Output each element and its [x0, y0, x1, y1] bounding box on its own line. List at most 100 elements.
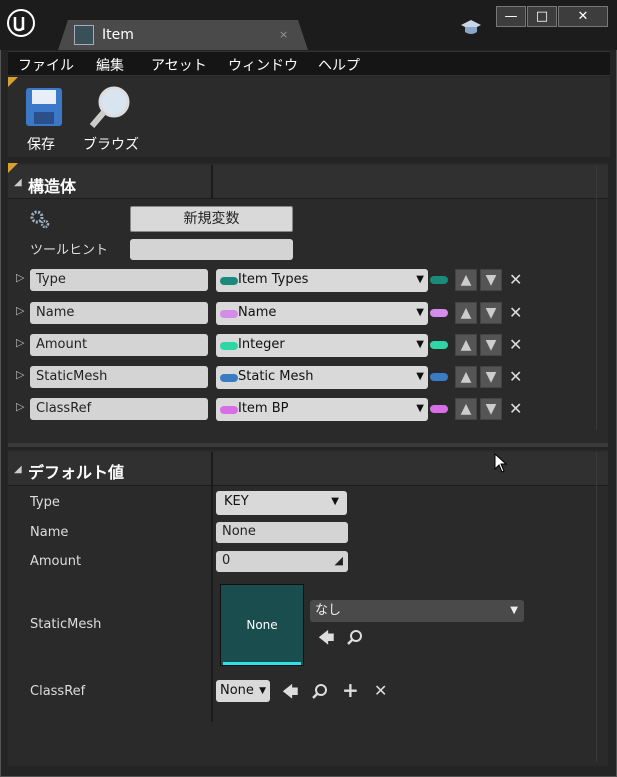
- move-down-button[interactable]: ▼: [480, 302, 502, 324]
- expand-arrow-icon[interactable]: ▷: [16, 368, 24, 381]
- corner-marker: [8, 77, 18, 87]
- document-tab[interactable]: [58, 20, 308, 50]
- use-selected-arrow-icon[interactable]: 🡄: [282, 681, 299, 708]
- member-type-value: Static Mesh: [238, 369, 314, 384]
- default-type-value: KEY: [224, 494, 249, 509]
- move-down-button[interactable]: ▼: [480, 366, 502, 388]
- move-up-button[interactable]: ▲: [455, 302, 477, 324]
- default-name-label: Name: [30, 525, 69, 540]
- menu-help[interactable]: ヘルプ: [318, 55, 360, 75]
- member-type-dropdown[interactable]: Item Types ▼: [216, 269, 428, 292]
- member-name-input[interactable]: ClassRef: [30, 398, 208, 420]
- member-name-input[interactable]: Name: [30, 302, 208, 324]
- staticmesh-asset-value: なし: [315, 603, 342, 618]
- staticmesh-asset-dropdown[interactable]: なし ▼: [310, 600, 524, 622]
- minimize-button[interactable]: —: [496, 6, 526, 27]
- member-type-dropdown[interactable]: Name ▼: [216, 302, 428, 325]
- maximize-button[interactable]: □: [527, 6, 557, 27]
- container-type-icon[interactable]: [430, 276, 448, 284]
- collapse-arrow-icon[interactable]: ◢: [14, 177, 22, 188]
- move-up-button[interactable]: ▲: [455, 366, 477, 388]
- mouse-cursor-icon: [494, 453, 508, 473]
- staticmesh-thumbnail[interactable]: None: [220, 584, 304, 666]
- type-pin-icon: [220, 406, 238, 414]
- save-button-label[interactable]: 保存: [27, 134, 55, 154]
- browse-class-icon[interactable]: [312, 683, 328, 699]
- member-type-value: Item Types: [238, 272, 309, 287]
- member-name-input[interactable]: Type: [30, 269, 208, 291]
- remove-member-icon[interactable]: ✕: [509, 399, 522, 418]
- type-pin-icon: [220, 277, 238, 285]
- default-name-input[interactable]: None: [216, 522, 348, 543]
- default-amount-label: Amount: [30, 554, 82, 569]
- chevron-down-icon: ▼: [416, 274, 424, 285]
- spin-drag-icon[interactable]: ◢: [335, 551, 343, 571]
- move-down-button[interactable]: ▼: [480, 334, 502, 356]
- expand-arrow-icon[interactable]: ▷: [16, 271, 24, 284]
- tutorial-icon[interactable]: [460, 18, 482, 38]
- expand-arrow-icon[interactable]: ▷: [16, 304, 24, 317]
- move-down-button[interactable]: ▼: [480, 398, 502, 420]
- tooltip-input[interactable]: [130, 239, 293, 260]
- type-pin-icon: [220, 374, 238, 382]
- browse-asset-icon[interactable]: [347, 629, 363, 645]
- add-variable-gears-icon: [30, 210, 50, 229]
- use-selected-arrow-icon[interactable]: 🡄: [318, 627, 335, 654]
- structure-header: [8, 165, 608, 199]
- menu-asset[interactable]: アセット: [151, 55, 207, 75]
- expand-arrow-icon[interactable]: ▷: [16, 336, 24, 349]
- remove-member-icon[interactable]: ✕: [509, 367, 522, 386]
- member-type-dropdown[interactable]: Static Mesh ▼: [216, 366, 428, 389]
- remove-member-icon[interactable]: ✕: [509, 303, 522, 322]
- default-type-label: Type: [30, 495, 60, 510]
- member-type-value: Item BP: [238, 401, 289, 416]
- expand-arrow-icon[interactable]: ▷: [16, 400, 24, 413]
- move-up-button[interactable]: ▲: [455, 398, 477, 420]
- member-name-input[interactable]: StaticMesh: [30, 366, 208, 388]
- classref-value: None: [220, 683, 254, 698]
- type-pin-icon: [220, 342, 238, 350]
- collapse-arrow-icon[interactable]: ◢: [14, 464, 22, 475]
- chevron-down-icon: ▼: [416, 307, 424, 318]
- new-variable-button[interactable]: 新規変数: [130, 206, 293, 232]
- tab-title: Item: [102, 27, 134, 43]
- menu-window[interactable]: ウィンドウ: [228, 55, 298, 75]
- classref-dropdown[interactable]: None ▼: [216, 680, 270, 702]
- browse-icon[interactable]: [88, 84, 134, 130]
- container-type-icon[interactable]: [430, 405, 448, 413]
- container-type-icon[interactable]: [430, 309, 448, 317]
- header-divider: [211, 165, 213, 199]
- move-up-button[interactable]: ▲: [455, 269, 477, 291]
- clear-class-icon[interactable]: ✕: [374, 681, 387, 700]
- remove-member-icon[interactable]: ✕: [509, 335, 522, 354]
- default-type-dropdown[interactable]: KEY ▼: [216, 491, 347, 515]
- member-name-input[interactable]: Amount: [30, 334, 208, 356]
- menu-file[interactable]: ファイル: [18, 55, 74, 75]
- save-icon[interactable]: [24, 86, 64, 128]
- container-type-icon[interactable]: [430, 373, 448, 381]
- scroll-edge: [596, 165, 597, 430]
- corner-marker: [8, 163, 18, 173]
- member-type-dropdown[interactable]: Item BP ▼: [216, 398, 428, 421]
- type-pin-icon: [220, 310, 238, 318]
- column-divider: [211, 452, 213, 722]
- close-button[interactable]: ✕: [558, 6, 608, 27]
- default-staticmesh-label: StaticMesh: [30, 617, 102, 632]
- tab-close-icon[interactable]: ×: [279, 28, 288, 41]
- member-type-dropdown[interactable]: Integer ▼: [216, 334, 428, 357]
- remove-member-icon[interactable]: ✕: [509, 270, 522, 289]
- chevron-down-icon: ▼: [259, 686, 266, 696]
- container-type-icon[interactable]: [430, 341, 448, 349]
- new-class-plus-icon[interactable]: +: [342, 678, 359, 702]
- thumbnail-underline: [223, 662, 301, 665]
- menu-edit[interactable]: 編集: [96, 55, 124, 75]
- move-up-button[interactable]: ▲: [455, 334, 477, 356]
- move-down-button[interactable]: ▼: [480, 269, 502, 291]
- panel-splitter[interactable]: [8, 443, 608, 447]
- chevron-down-icon: ▼: [331, 496, 339, 507]
- browse-button-label[interactable]: ブラウズ: [83, 134, 139, 154]
- chevron-down-icon: ▼: [416, 403, 424, 414]
- chevron-down-icon: ▼: [510, 605, 518, 616]
- tooltip-label: ツールヒント: [30, 243, 109, 258]
- default-amount-input[interactable]: 0 ◢: [216, 551, 348, 572]
